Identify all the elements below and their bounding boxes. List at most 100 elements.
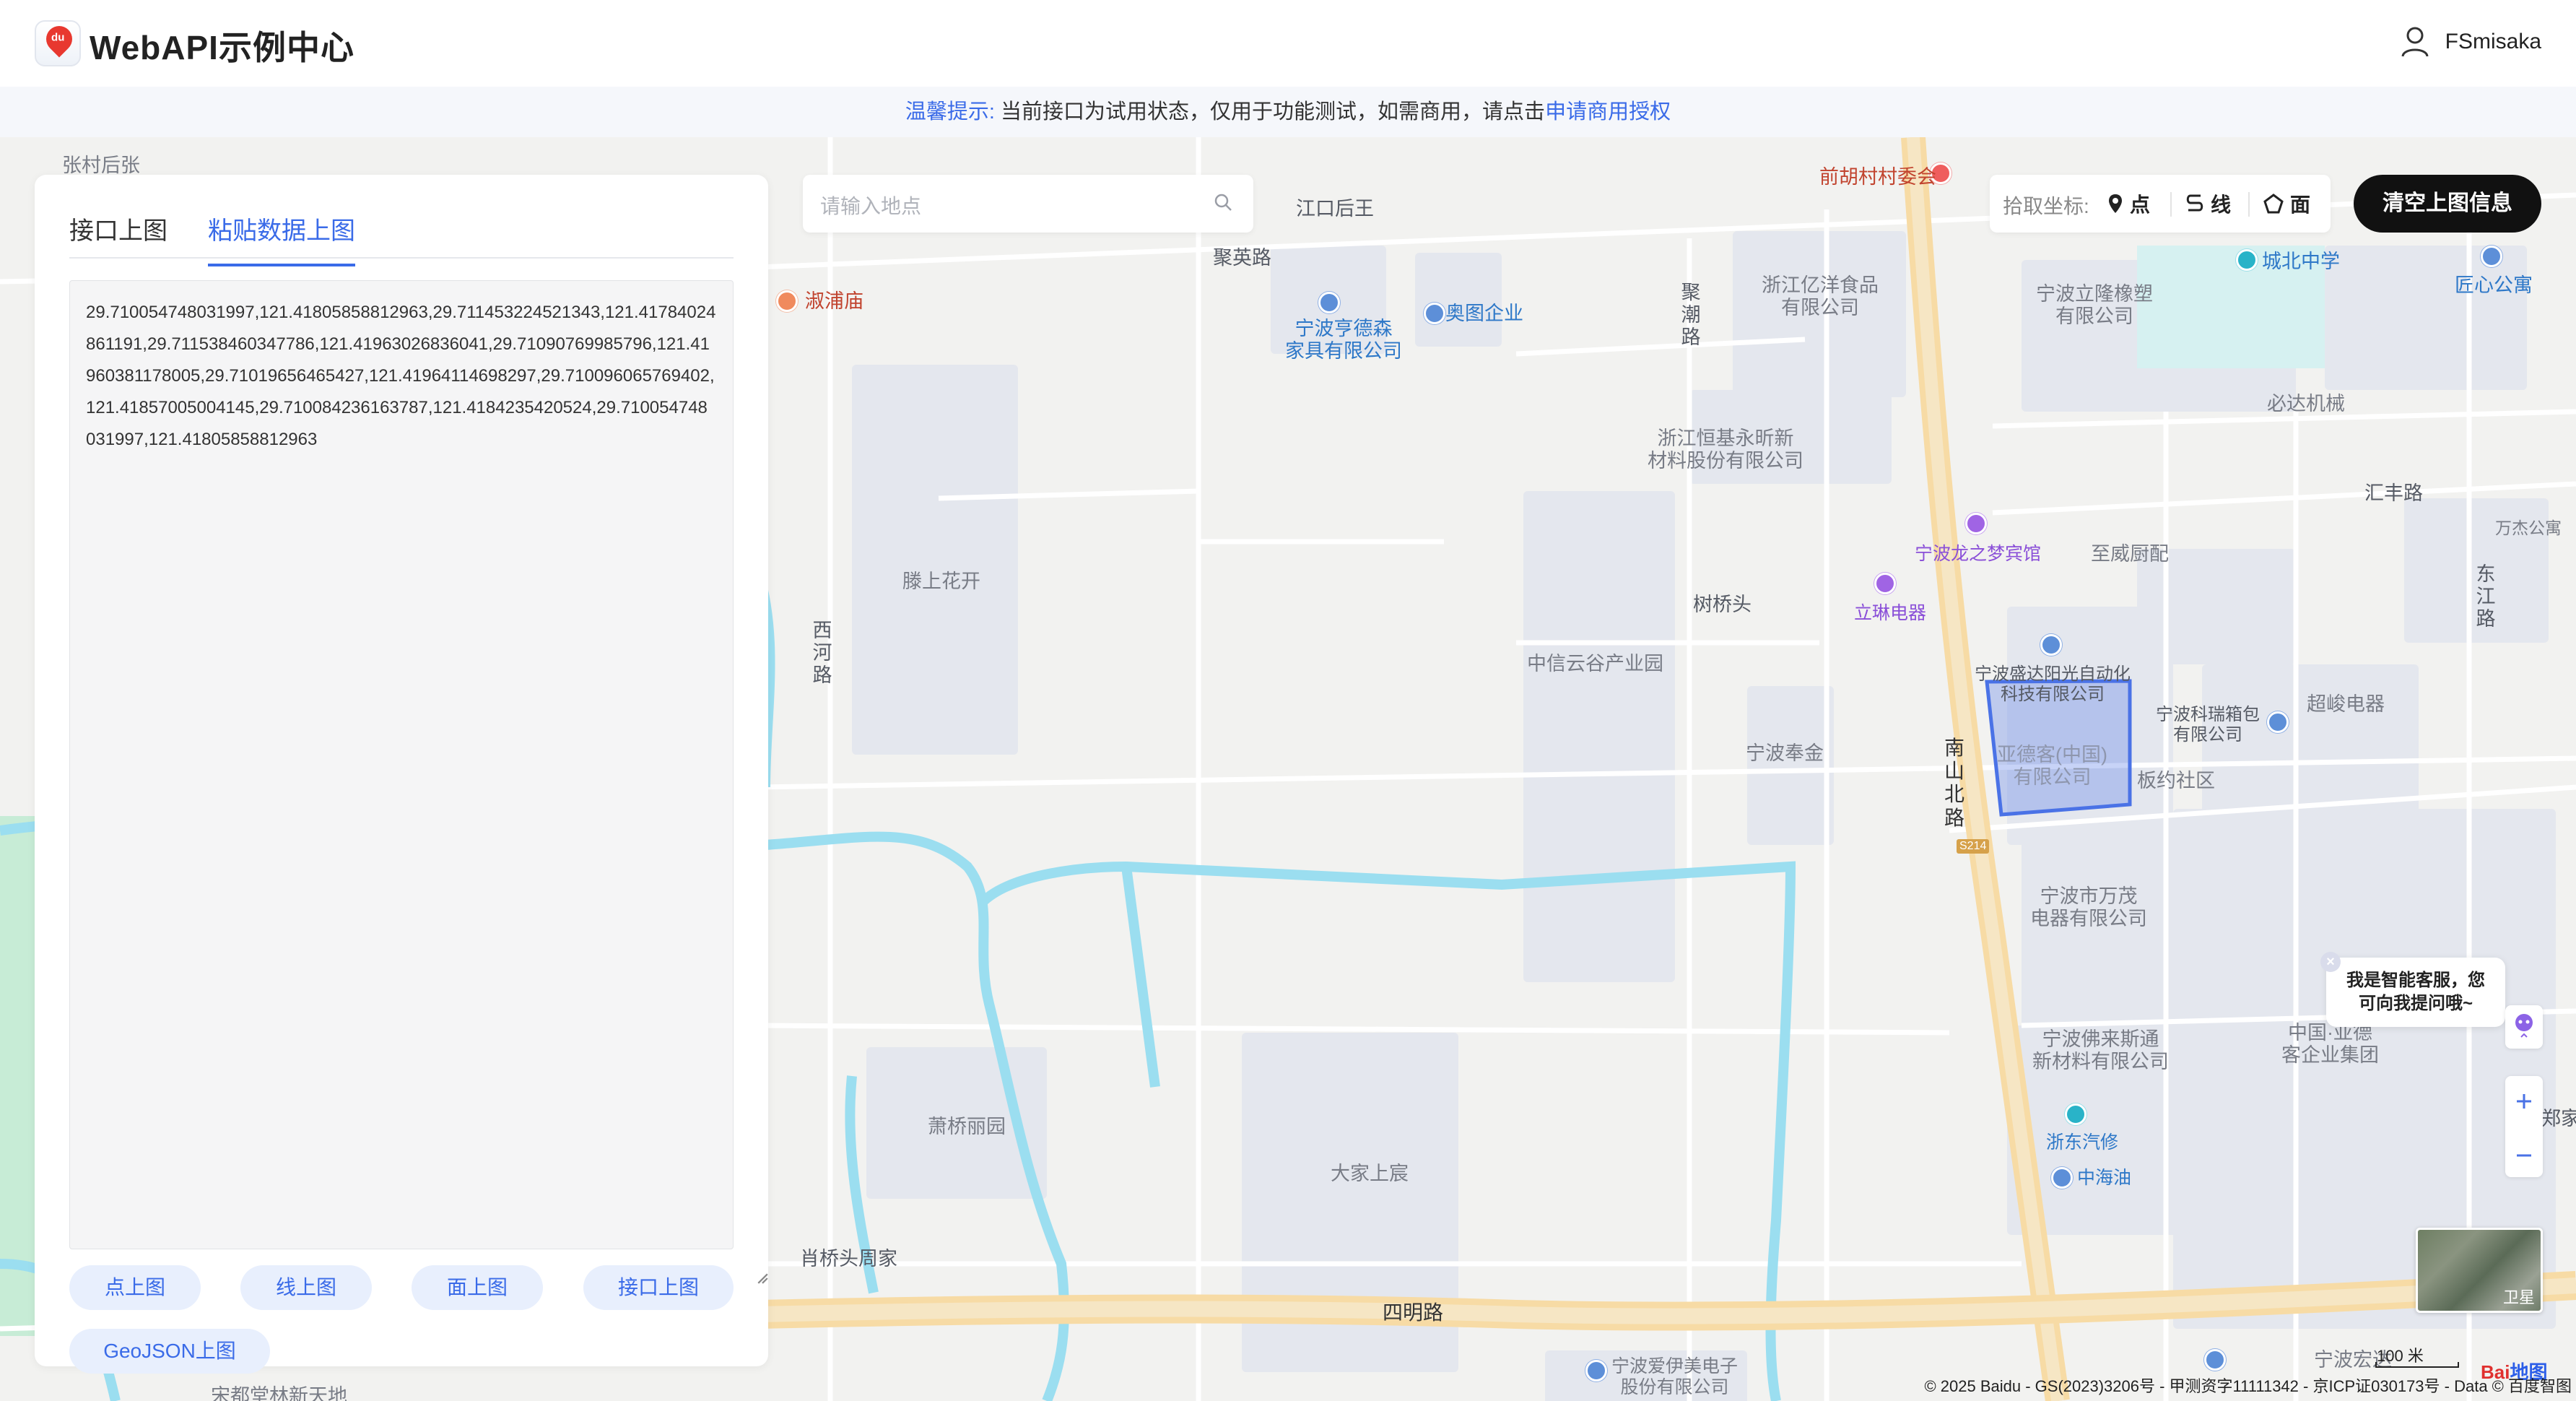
- scale-bar: [2375, 1362, 2459, 1368]
- road-label: 四明路: [1383, 1301, 1444, 1324]
- school-marker[interactable]: [2236, 249, 2258, 271]
- company-marker[interactable]: [2204, 1349, 2226, 1371]
- map-label: 宁波爱伊美电子 股份有限公司: [1611, 1356, 1739, 1397]
- road-label: 南山北路: [1944, 737, 1964, 829]
- tab-paste-data[interactable]: 粘贴数据上图: [208, 211, 355, 266]
- map-label: 宁波奉金: [1746, 742, 1824, 764]
- map-label: 郑家: [2541, 1108, 2576, 1129]
- picker-label: 拾取坐标:: [2003, 195, 2089, 217]
- map-label: 大家上宸: [1331, 1163, 1409, 1184]
- map-label: 汇丰路: [2364, 482, 2423, 504]
- company-marker[interactable]: [1318, 292, 1340, 313]
- map-label: 宁波科瑞箱包 有限公司: [2156, 705, 2260, 745]
- map-label: 宁波立隆橡塑 有限公司: [2036, 283, 2153, 328]
- notice-prefix: 温馨提示:: [905, 100, 995, 123]
- map-label: 张村后张: [62, 155, 140, 176]
- hotel-marker[interactable]: [1965, 513, 1987, 534]
- robot-icon: [2515, 1014, 2533, 1038]
- map-label: 西河路: [812, 620, 832, 687]
- map-label: 宁波盛达阳光自动化 科技有限公司: [1975, 664, 2131, 704]
- resize-handle-icon[interactable]: [757, 1272, 768, 1284]
- divider: [2248, 192, 2250, 217]
- divider: [2170, 192, 2172, 217]
- apartment-marker[interactable]: [2481, 246, 2502, 267]
- map-label: 必达机械: [2267, 393, 2345, 415]
- location-pin-icon: [2109, 194, 2122, 213]
- pick-polygon-button[interactable]: 面: [2263, 189, 2310, 218]
- map-label: 至威厨配: [2091, 543, 2169, 565]
- line-upload-button[interactable]: 线上图: [240, 1265, 372, 1310]
- gas-station-marker[interactable]: [2051, 1167, 2073, 1189]
- satellite-label: 卫星: [2502, 1288, 2535, 1306]
- map-label: 中信云谷产业园: [1527, 653, 1663, 675]
- map-label: 树桥头: [1693, 594, 1752, 615]
- user-icon: [2401, 27, 2429, 57]
- company-marker[interactable]: [1424, 303, 1445, 324]
- coordinates-textarea[interactable]: 29.710054748031997,121.41805858812963,29…: [69, 280, 734, 1249]
- search-icon[interactable]: [1213, 192, 1235, 214]
- map-label: 匠心公寓: [2455, 274, 2533, 296]
- bubble-line: 可向我提问哦~: [2358, 994, 2473, 1013]
- map-label: 浙东汽修: [2046, 1132, 2119, 1153]
- map-label: 江口后王: [1296, 198, 1374, 220]
- point-upload-button[interactable]: 点上图: [69, 1265, 201, 1310]
- company-marker[interactable]: [1585, 1360, 1607, 1382]
- assistant-button[interactable]: [2505, 1005, 2543, 1049]
- close-icon[interactable]: ×: [2320, 952, 2341, 972]
- shop-marker[interactable]: [1874, 573, 1896, 594]
- site-title[interactable]: WebAPI示例中心: [90, 22, 354, 69]
- map-label: 城北中学: [2262, 251, 2340, 272]
- api-upload-button[interactable]: 接口上图: [583, 1265, 734, 1310]
- top-header: du WebAPI示例中心 FSmisaka: [0, 0, 2576, 87]
- trial-notice-bar: 温馨提示: 当前接口为试用状态，仅用于功能测试，如需商用，请点击申请商用授权: [0, 87, 2576, 137]
- route-icon: [2186, 194, 2203, 212]
- notice-text: 当前接口为试用状态，仅用于功能测试，如需商用，请点击: [1001, 100, 1546, 123]
- username: FSmisaka: [2445, 30, 2541, 53]
- data-input-panel: 接口上图 粘贴数据上图 29.710054748031997,121.41805…: [35, 175, 768, 1374]
- zoom-controls: [2505, 1076, 2543, 1177]
- map-label: 宋都堂林新天地: [211, 1385, 347, 1401]
- pick-point-button[interactable]: 点: [2107, 189, 2150, 218]
- copyright-text: © 2025 Baidu - GS(2023)3206号 - 甲测资字11111…: [1924, 1377, 2572, 1395]
- map-label: 超峻电器: [2307, 693, 2385, 715]
- map-label: 宁波市万茂 电器有限公司: [2030, 885, 2147, 930]
- map-label: 浙江亿洋食品 有限公司: [1762, 274, 1879, 319]
- apply-license-link[interactable]: 申请商用授权: [1545, 100, 1671, 123]
- company-marker[interactable]: [2267, 711, 2289, 733]
- geojson-upload-button[interactable]: GeoJSON上图: [69, 1329, 270, 1374]
- map-label: 万杰公寓: [2495, 519, 2562, 537]
- polygon-icon: [2263, 194, 2284, 214]
- bubble-line: 我是智能客服，您: [2346, 971, 2485, 990]
- map-label: 浙江恒基永昕新 材料股份有限公司: [1648, 428, 1803, 472]
- assistant-bubble[interactable]: × 我是智能客服，您 可向我提问哦~: [2320, 952, 2505, 1027]
- map-label: 肖桥头周家: [800, 1248, 897, 1270]
- map-label: 聚英路: [1213, 247, 1271, 269]
- baidu-map-logo[interactable]: du: [35, 20, 81, 66]
- map-label: 萧桥丽园: [928, 1116, 1006, 1137]
- map-label: 东江路: [2476, 563, 2496, 630]
- company-marker[interactable]: [2040, 634, 2062, 656]
- map-label: 淑浦庙: [805, 290, 863, 312]
- polygon-upload-button[interactable]: 面上图: [412, 1265, 543, 1310]
- pick-line-button[interactable]: 线: [2185, 189, 2231, 218]
- map-label: 聚潮路: [1681, 282, 1701, 349]
- temple-marker[interactable]: [776, 290, 798, 312]
- car-repair-marker[interactable]: [2065, 1103, 2087, 1125]
- satellite-toggle[interactable]: 卫星: [2416, 1228, 2543, 1313]
- map-label: 立琳电器: [1854, 603, 1927, 623]
- clear-map-button[interactable]: 清空上图信息: [2354, 175, 2541, 233]
- map-label: 宁波佛来斯通 新材料有限公司: [2032, 1028, 2169, 1073]
- zoom-in-icon[interactable]: [2505, 1076, 2543, 1127]
- map-label: 中海油: [2077, 1168, 2132, 1188]
- map-label: 板约社区: [2137, 770, 2215, 791]
- search-input[interactable]: 请输入地点: [820, 191, 921, 220]
- user-menu[interactable]: FSmisaka: [2401, 26, 2541, 58]
- map-label: 宁波亨德森 家具有限公司: [1285, 318, 1402, 363]
- coordinate-picker: 拾取坐标: 点 线 面: [1990, 175, 2331, 233]
- panel-tabs: 接口上图 粘贴数据上图: [69, 192, 734, 266]
- map-label: 亚德客(中国) 有限公司: [1997, 744, 2107, 789]
- zoom-out-icon[interactable]: [2505, 1130, 2543, 1181]
- tab-api-upload[interactable]: 接口上图: [69, 211, 167, 264]
- location-search[interactable]: 请输入地点: [803, 175, 1253, 233]
- map-label: 滕上花开: [902, 571, 980, 592]
